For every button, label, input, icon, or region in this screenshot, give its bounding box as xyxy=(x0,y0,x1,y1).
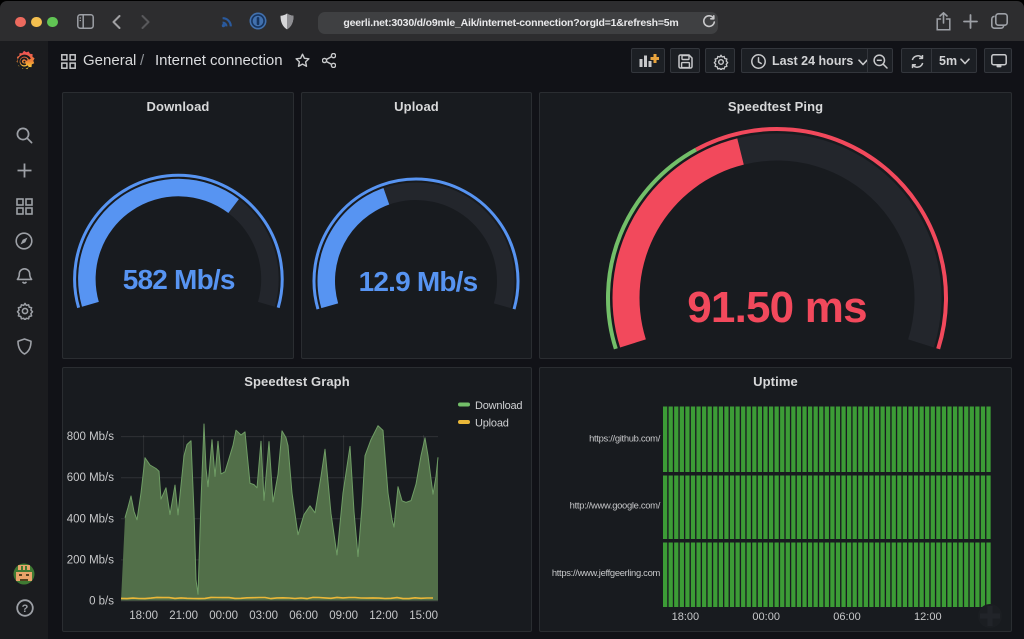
svg-text:18:00: 18:00 xyxy=(129,610,158,622)
svg-text:?: ? xyxy=(21,603,28,615)
svg-text:https://www.jeffgeerling.com: https://www.jeffgeerling.com xyxy=(552,566,661,577)
svg-text:06:00: 06:00 xyxy=(289,610,318,622)
svg-text:0 b/s: 0 b/s xyxy=(89,595,114,607)
svg-text:http://www.google.com/: http://www.google.com/ xyxy=(570,499,661,510)
svg-text:91.50 ms: 91.50 ms xyxy=(687,283,867,332)
svg-text:Download: Download xyxy=(475,400,522,412)
svg-text:00:00: 00:00 xyxy=(209,610,238,622)
svg-text:800 Mb/s: 800 Mb/s xyxy=(67,431,115,443)
svg-text:Upload: Upload xyxy=(475,417,509,429)
svg-text:18:00: 18:00 xyxy=(672,611,700,623)
svg-text:600 Mb/s: 600 Mb/s xyxy=(67,472,115,484)
svg-text:12:00: 12:00 xyxy=(369,610,398,622)
svg-text:06:00: 06:00 xyxy=(833,611,861,623)
svg-text:12:00: 12:00 xyxy=(914,611,942,623)
svg-text:https://github.com/: https://github.com/ xyxy=(589,432,661,443)
svg-text:09:00: 09:00 xyxy=(329,610,358,622)
svg-text:00:00: 00:00 xyxy=(752,611,780,623)
svg-text:200 Mb/s: 200 Mb/s xyxy=(67,554,115,566)
svg-text:12.9 Mb/s: 12.9 Mb/s xyxy=(359,266,478,297)
svg-text:400 Mb/s: 400 Mb/s xyxy=(67,513,115,525)
svg-text:03:00: 03:00 xyxy=(249,610,278,622)
svg-text:21:00: 21:00 xyxy=(169,610,198,622)
svg-text:582 Mb/s: 582 Mb/s xyxy=(123,264,235,295)
svg-text:15:00: 15:00 xyxy=(409,610,438,622)
